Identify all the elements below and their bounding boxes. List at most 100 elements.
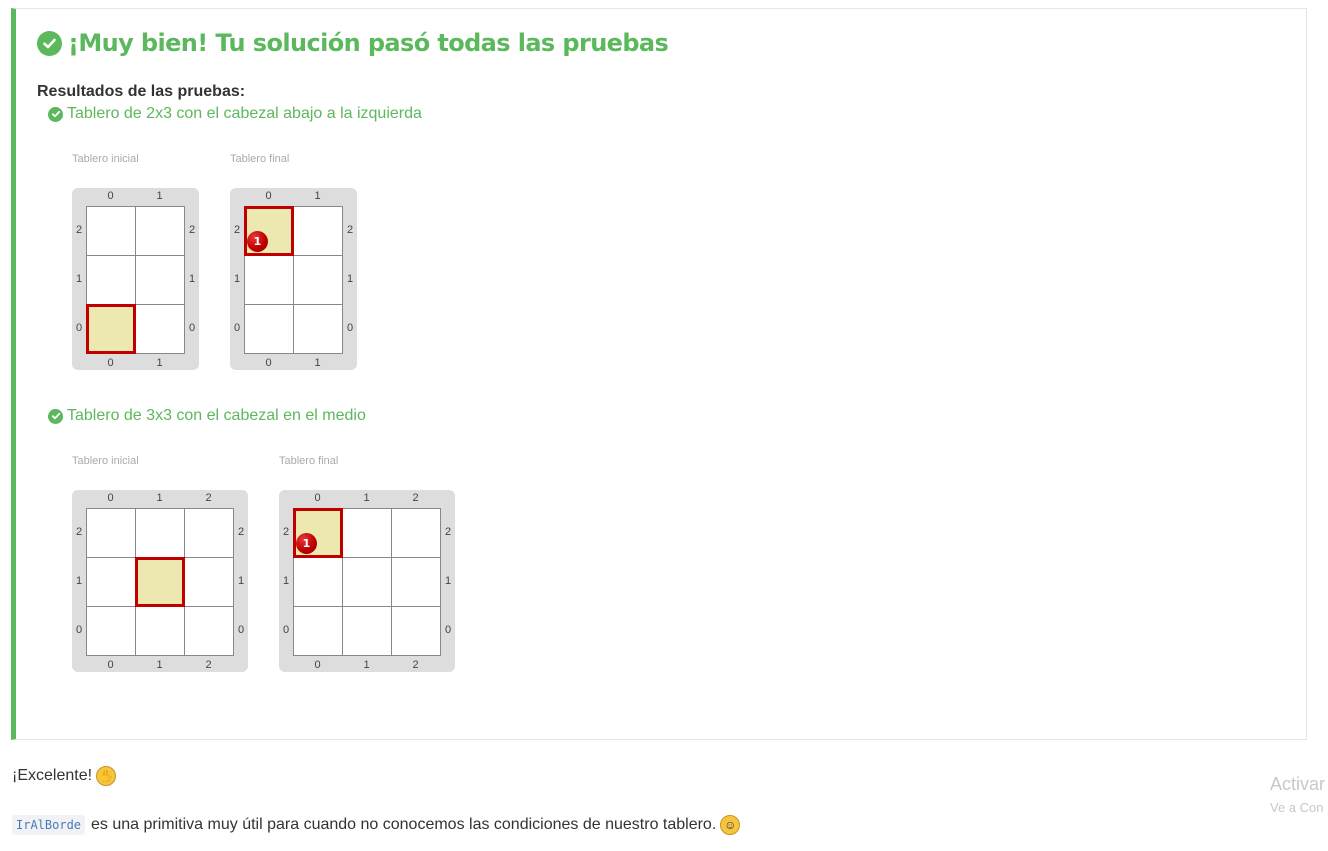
row-coordinate: 1 [282,574,290,587]
column-coordinate: 1 [156,190,163,202]
windows-activation-watermark-sub: Ve a Con [1270,800,1324,815]
row-coordinate: 0 [346,321,354,334]
column-coordinate: 2 [412,492,419,504]
board-cell [136,558,185,607]
board-cell [87,509,136,558]
windows-activation-watermark: Activar [1270,774,1326,794]
column-coordinate: 1 [156,659,163,671]
row-coordinate: 0 [282,623,290,636]
column-coordinate: 2 [205,492,212,504]
board-cell [87,558,136,607]
clapping-hands-icon: ✋ [96,766,117,786]
row-coordinate: 1 [346,272,354,285]
row-coordinate: 2 [282,525,290,538]
board-cell [185,509,234,558]
row-coordinate: 0 [188,321,196,334]
test-1-initial-board: 0 0 1 1 0 0 1 1 2 2 [72,188,199,370]
board-cell [343,509,392,558]
excelente-text: ¡Excelente! [12,767,93,784]
column-coordinate: 1 [363,659,370,671]
row-coordinate: 0 [75,321,83,334]
primitive-tip-message: IrAlBorde es una primitiva muy útil para… [12,815,741,835]
board-cell [185,607,234,656]
board-cell [294,305,343,354]
board-grid: 1 [244,206,343,354]
row-coordinate: 0 [237,623,245,636]
test-1-final-label: Tablero final [230,153,290,165]
test-2-title: Tablero de 3x3 con el cabezal en el medi… [48,407,366,425]
board-cell [136,509,185,558]
board-cell: 1 [294,509,343,558]
column-coordinate: 1 [156,492,163,504]
test-1-title-text: Tablero de 2x3 con el cabezal abajo a la… [67,105,422,122]
board-cell [294,256,343,305]
board-cell [392,558,441,607]
row-coordinate: 1 [75,574,83,587]
column-coordinate: 0 [314,659,321,671]
result-title: ¡Muy bien! Tu solución pasó todas las pr… [37,29,669,57]
row-coordinate: 2 [75,525,83,538]
row-coordinate: 1 [444,574,452,587]
board-cell [87,607,136,656]
row-coordinate: 1 [233,272,241,285]
board-cell [392,607,441,656]
column-coordinate: 0 [107,190,114,202]
row-coordinate: 2 [346,223,354,236]
board-cell [87,256,136,305]
board-cell [294,558,343,607]
board-cell: 1 [245,207,294,256]
row-coordinate: 2 [444,525,452,538]
board-cell [392,509,441,558]
row-coordinate: 2 [233,223,241,236]
results-subheading: Resultados de las pruebas: [37,83,246,100]
check-circle-icon [48,408,63,424]
result-title-text: ¡Muy bien! Tu solución pasó todas las pr… [68,29,669,57]
column-coordinate: 0 [107,659,114,671]
column-coordinate: 1 [156,357,163,369]
check-circle-icon [48,106,63,122]
test-1-final-board: 10011001122 [230,188,357,370]
test-2-final-label: Tablero final [279,455,339,467]
board-cell [294,207,343,256]
column-coordinate: 0 [107,492,114,504]
row-coordinate: 0 [444,623,452,636]
board-cell [245,256,294,305]
column-coordinate: 1 [314,357,321,369]
board-cell [294,607,343,656]
board-cell [87,305,136,354]
code-snippet: IrAlBorde [12,815,86,835]
smiling-face-icon: ☺ [720,815,741,835]
test-2-title-text: Tablero de 3x3 con el cabezal en el medi… [67,407,366,424]
board-cell [136,207,185,256]
board-grid: 1 [293,508,441,656]
board-cell [87,207,136,256]
column-coordinate: 0 [107,357,114,369]
board-cell [136,256,185,305]
row-coordinate: 2 [188,223,196,236]
row-coordinate: 0 [75,623,83,636]
red-ball-counter: 1 [247,231,268,252]
test-1-initial-label: Tablero inicial [72,153,139,165]
row-coordinate: 2 [75,223,83,236]
column-coordinate: 0 [265,357,272,369]
row-coordinate: 1 [188,272,196,285]
board-cell [343,558,392,607]
row-coordinate: 1 [75,272,83,285]
board-cell [245,305,294,354]
board-grid [86,508,234,656]
column-coordinate: 2 [412,659,419,671]
row-coordinate: 2 [237,525,245,538]
test-1-title: Tablero de 2x3 con el cabezal abajo a la… [48,105,422,123]
board-cell [185,558,234,607]
test-2-initial-board: 0 0 1 1 2 2 0 0 1 1 2 2 [72,490,248,672]
red-ball-counter: 1 [296,533,317,554]
row-coordinate: 1 [237,574,245,587]
column-coordinate: 2 [205,659,212,671]
test-results-panel: ¡Muy bien! Tu solución pasó todas las pr… [11,8,1307,740]
primitive-tip-text: es una primitiva muy útil para cuando no… [91,816,717,833]
board-cell [136,305,185,354]
column-coordinate: 1 [363,492,370,504]
column-coordinate: 0 [265,190,272,202]
board-cell [136,607,185,656]
column-coordinate: 1 [314,190,321,202]
